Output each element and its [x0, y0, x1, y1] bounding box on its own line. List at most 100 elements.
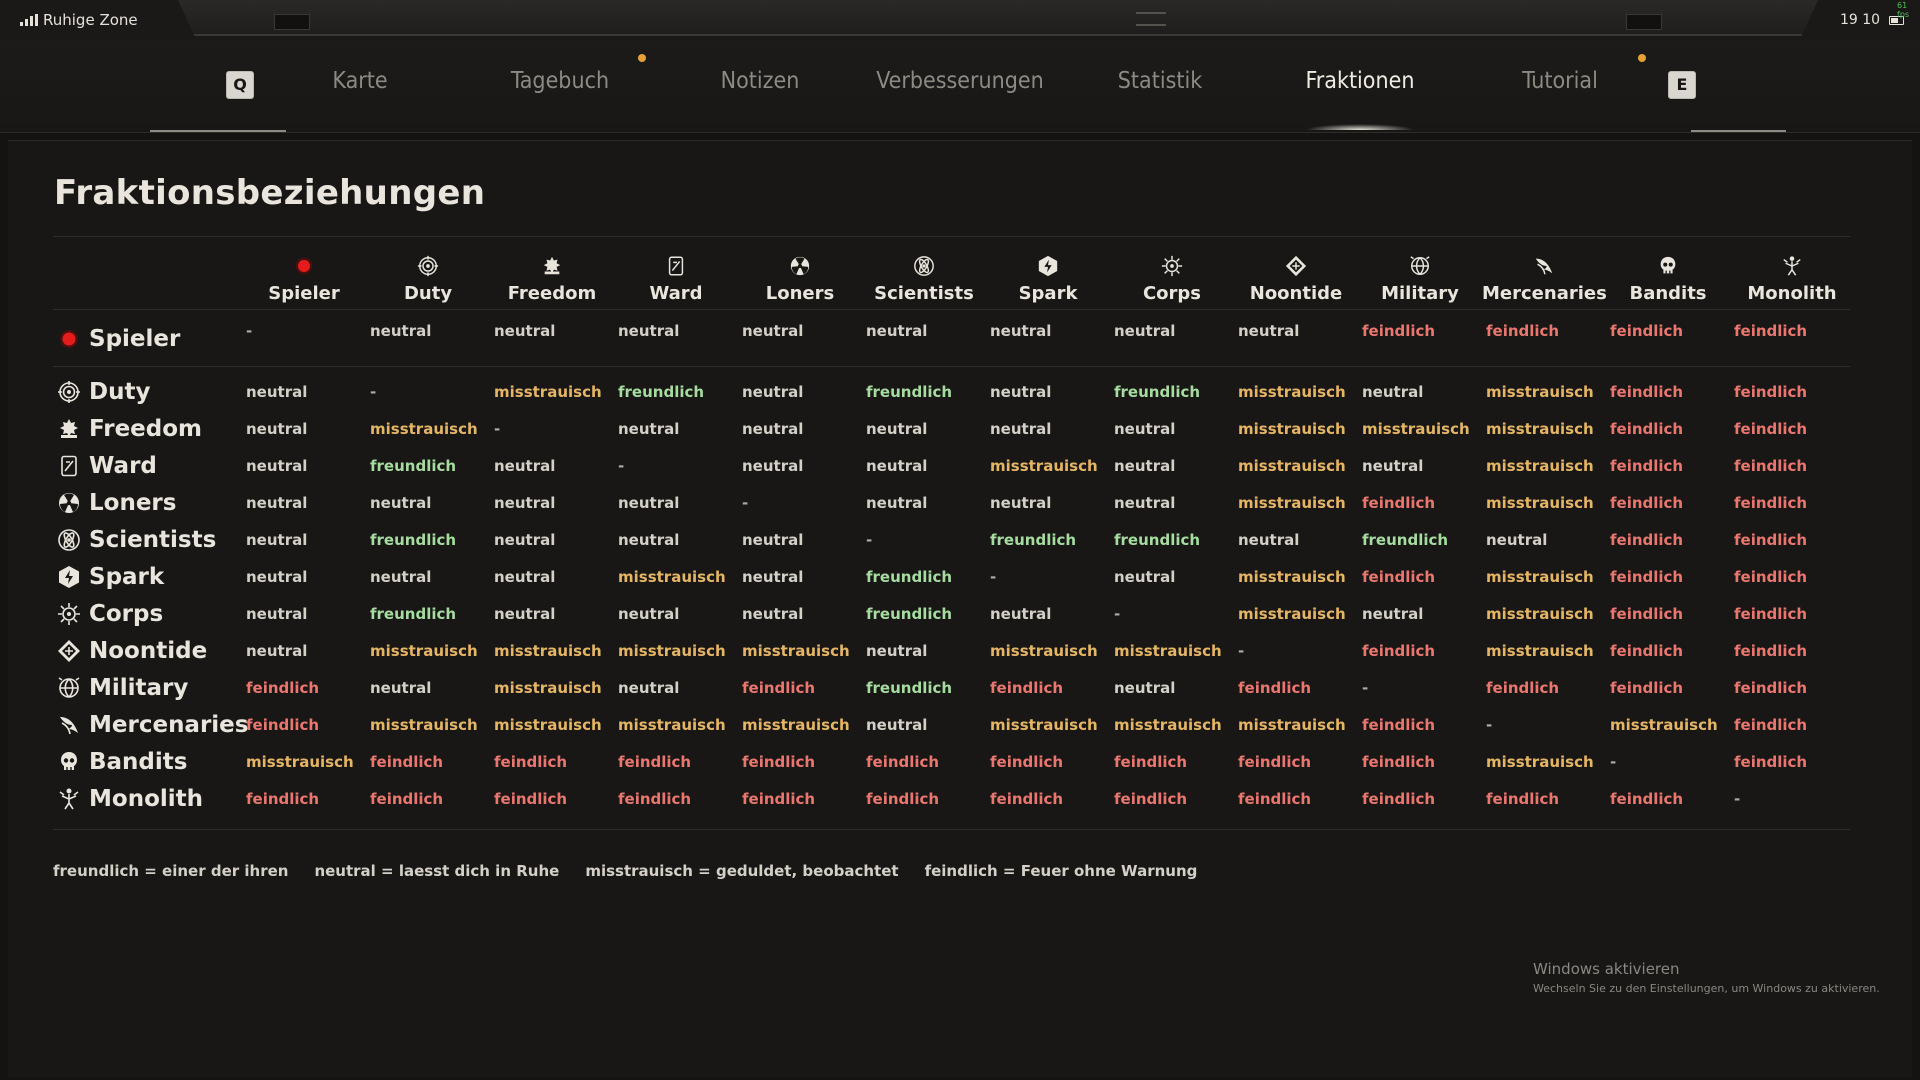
relation-cell-monolith-corps: feindlich — [1114, 790, 1188, 808]
relation-cell-scientists-noontide: neutral — [1238, 531, 1300, 549]
relation-cell-mercenaries-military: feindlich — [1362, 716, 1436, 734]
relation-cell-bandits-spark: feindlich — [990, 753, 1064, 771]
header-divider — [53, 309, 1850, 310]
relation-cell-scientists-mercenaries: neutral — [1486, 531, 1548, 549]
relation-cell-spieler-bandits: feindlich — [1610, 322, 1684, 340]
spark-hexagon-icon — [1037, 255, 1059, 277]
relation-cell-spark-mercenaries: misstrauisch — [1486, 568, 1594, 586]
relation-cell-mercenaries-monolith: feindlich — [1734, 716, 1808, 734]
bandits-skull-icon — [57, 750, 81, 774]
relation-cell-military-ward: neutral — [618, 679, 680, 697]
relation-cell-corps-duty: freundlich — [370, 605, 457, 623]
column-header-label: Military — [1381, 283, 1459, 304]
tab-tagebuch[interactable]: Tagebuch — [511, 68, 609, 94]
relation-cell-noontide-freedom: misstrauisch — [494, 642, 602, 660]
freedom-leaf-icon — [57, 417, 81, 441]
row-label-text: Military — [89, 675, 189, 701]
prev-tab-key-button[interactable]: Q — [226, 71, 254, 99]
monolith-figure-icon — [57, 787, 81, 811]
relation-cell-freedom-bandits: feindlich — [1610, 420, 1684, 438]
row-label-text: Bandits — [89, 749, 188, 775]
legend-neutral: neutral = laesst dich in Ruhe — [314, 862, 560, 880]
column-header-loners: Loners — [738, 255, 862, 304]
relation-cell-freedom-scientists: neutral — [866, 420, 928, 438]
relation-cell-monolith-military: feindlich — [1362, 790, 1436, 808]
relation-cell-corps-freedom: neutral — [494, 605, 556, 623]
relation-cell-mercenaries-bandits: misstrauisch — [1610, 716, 1718, 734]
tab-verbesserungen[interactable]: Verbesserungen — [876, 68, 1044, 94]
relation-cell-corps-mercenaries: misstrauisch — [1486, 605, 1594, 623]
relation-cell-mercenaries-loners: misstrauisch — [742, 716, 850, 734]
relation-cell-military-military: - — [1362, 679, 1369, 697]
relation-cell-noontide-military: feindlich — [1362, 642, 1436, 660]
relation-cell-military-spark: feindlich — [990, 679, 1064, 697]
relation-cell-loners-scientists: neutral — [866, 494, 928, 512]
monolith-figure-icon — [1781, 255, 1803, 277]
row-label-text: Spark — [89, 564, 165, 590]
ward-shield-icon — [57, 454, 81, 478]
column-header-label: Loners — [765, 283, 835, 304]
tab-statistik[interactable]: Statistik — [1118, 68, 1202, 94]
relation-cell-noontide-mercenaries: misstrauisch — [1486, 642, 1594, 660]
relation-cell-freedom-corps: neutral — [1114, 420, 1176, 438]
relation-cell-noontide-noontide: - — [1238, 642, 1245, 660]
column-header-duty: Duty — [366, 255, 490, 304]
relation-cell-loners-ward: neutral — [618, 494, 680, 512]
next-tab-key-button[interactable]: E — [1668, 71, 1696, 99]
relation-cell-freedom-spieler: neutral — [246, 420, 308, 438]
spark-hexagon-icon — [57, 565, 81, 589]
column-header-monolith: Monolith — [1730, 255, 1854, 304]
relation-cell-bandits-bandits: - — [1610, 753, 1617, 771]
relation-cell-spark-spark: - — [990, 568, 997, 586]
freedom-leaf-icon — [541, 255, 563, 277]
relation-cell-freedom-loners: neutral — [742, 420, 804, 438]
row-label-text: Freedom — [89, 416, 203, 442]
legend-friendly: freundlich = einer der ihren — [53, 862, 289, 880]
column-header-freedom: Freedom — [490, 255, 614, 304]
relation-cell-corps-military: neutral — [1362, 605, 1424, 623]
relation-cell-scientists-duty: freundlich — [370, 531, 457, 549]
relation-cell-noontide-spieler: neutral — [246, 642, 308, 660]
relation-cell-duty-loners: neutral — [742, 383, 804, 401]
tab-tutorial[interactable]: Tutorial — [1522, 68, 1598, 94]
relation-cell-spieler-military: feindlich — [1362, 322, 1436, 340]
relation-cell-mercenaries-corps: misstrauisch — [1114, 716, 1222, 734]
row-label-text: Spieler — [89, 326, 181, 352]
tab-tagebuch-notification-dot — [638, 54, 646, 62]
relation-cell-scientists-spark: freundlich — [990, 531, 1077, 549]
relation-cell-spieler-spark: neutral — [990, 322, 1052, 340]
relation-cell-spark-bandits: feindlich — [1610, 568, 1684, 586]
relation-cell-ward-mercenaries: misstrauisch — [1486, 457, 1594, 475]
relation-cell-scientists-monolith: feindlich — [1734, 531, 1808, 549]
relation-cell-freedom-noontide: misstrauisch — [1238, 420, 1346, 438]
mercenaries-wing-icon — [1533, 255, 1555, 277]
relation-cell-freedom-duty: misstrauisch — [370, 420, 478, 438]
relation-cell-ward-duty: freundlich — [370, 457, 457, 475]
relation-cell-bandits-spieler: misstrauisch — [246, 753, 354, 771]
relation-cell-spark-ward: misstrauisch — [618, 568, 726, 586]
relation-cell-corps-monolith: feindlich — [1734, 605, 1808, 623]
relation-cell-scientists-military: freundlich — [1362, 531, 1449, 549]
relation-cell-scientists-scientists: - — [866, 531, 873, 549]
relation-cell-noontide-bandits: feindlich — [1610, 642, 1684, 660]
relation-cell-mercenaries-spark: misstrauisch — [990, 716, 1098, 734]
noontide-diamond-icon — [1285, 255, 1307, 277]
relation-cell-scientists-ward: neutral — [618, 531, 680, 549]
relation-cell-spieler-mercenaries: feindlich — [1486, 322, 1560, 340]
tab-notizen[interactable]: Notizen — [721, 68, 800, 94]
relation-cell-spark-corps: neutral — [1114, 568, 1176, 586]
relation-cell-noontide-ward: misstrauisch — [618, 642, 726, 660]
relation-cell-freedom-monolith: feindlich — [1734, 420, 1808, 438]
fps-counter: 61 fps — [1897, 1, 1910, 19]
relation-cell-corps-loners: neutral — [742, 605, 804, 623]
relation-cell-scientists-spieler: neutral — [246, 531, 308, 549]
legend-hostile: feindlich = Feuer ohne Warnung — [924, 862, 1198, 880]
relation-cell-duty-spark: neutral — [990, 383, 1052, 401]
watermark-subtitle: Wechseln Sie zu den Einstellungen, um Wi… — [1533, 982, 1880, 995]
relation-cell-bandits-duty: feindlich — [370, 753, 444, 771]
relation-cell-loners-bandits: feindlich — [1610, 494, 1684, 512]
tab-karte[interactable]: Karte — [332, 68, 387, 94]
tab-fraktionen[interactable]: Fraktionen — [1306, 68, 1415, 94]
corps-gear-icon — [1161, 255, 1183, 277]
relation-cell-scientists-loners: neutral — [742, 531, 804, 549]
